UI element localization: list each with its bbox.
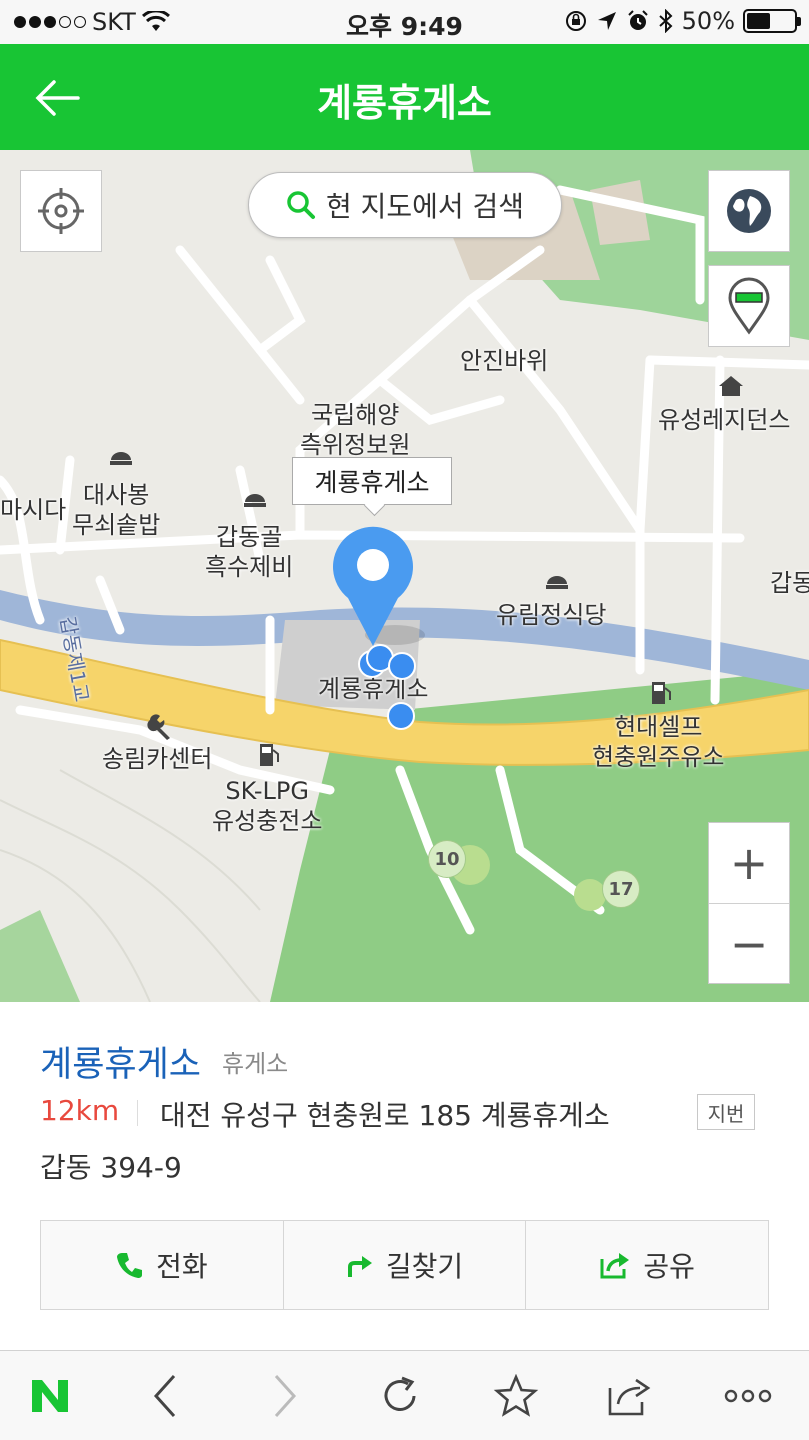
naver-logo-icon [32, 1380, 68, 1412]
place-address: 대전 유성구 현충원로 185 계룡휴게소 [160, 1099, 610, 1132]
alarm-icon [627, 10, 648, 30]
more-button[interactable] [718, 1371, 778, 1421]
map-label-songrim: 송림카센터 [102, 745, 213, 773]
current-location-button[interactable] [20, 170, 102, 252]
golf-hole-10: 10 [428, 840, 466, 878]
battery-icon [743, 9, 801, 33]
place-distance: 12km [40, 1094, 120, 1127]
map-label-daesabong: 대사봉 무쇠솥밥 [72, 481, 161, 539]
search-icon [287, 191, 315, 219]
zoom-out-button[interactable]: − [709, 904, 789, 984]
gas-station-icon [652, 682, 671, 704]
share-icon [600, 1253, 630, 1279]
phone-icon [117, 1253, 143, 1278]
bookmark-button[interactable] [486, 1371, 546, 1421]
restaurant-icon [546, 576, 568, 589]
status-bar: SKT 오후 9:49 50% [0, 0, 809, 44]
jibun-button[interactable]: 지번 [697, 1094, 755, 1130]
place-name[interactable]: 계룡휴게소 [40, 1036, 201, 1087]
map-label-gapdong-right: 갑동 [770, 569, 809, 597]
map-label-masida: 마시다 [0, 496, 67, 524]
naver-home-button[interactable] [20, 1371, 80, 1421]
directions-icon [347, 1256, 372, 1277]
map-callout[interactable]: 계룡휴게소 [292, 457, 452, 505]
battery-percent: 50% [681, 7, 735, 35]
map-layer-button[interactable] [708, 265, 790, 347]
search-this-area-button[interactable]: 현 지도에서 검색 [248, 172, 562, 238]
wrench-icon [147, 714, 170, 740]
map-label-anjin: 안진바위 [460, 347, 549, 375]
divider [137, 1100, 138, 1126]
map-label-gapdong: 갑동골 흑수제비 [205, 523, 294, 581]
bluetooth-icon [658, 9, 673, 33]
golf-hole-17: 17 [602, 870, 640, 908]
chevron-right-icon [274, 1374, 297, 1418]
star-icon [493, 1374, 539, 1417]
map-label-kookrip: 국립해양 측위정보원 [300, 401, 411, 459]
share-page-button[interactable] [600, 1371, 660, 1421]
browser-toolbar [0, 1350, 809, 1440]
map-pin-icon[interactable] [330, 520, 416, 650]
directions-label: 길찾기 [385, 1250, 464, 1283]
share-button[interactable]: 공유 [526, 1221, 768, 1309]
gas-station-icon [260, 744, 279, 766]
map-label-yurim: 유림정식당 [496, 601, 607, 629]
place-info-panel: 계룡휴게소 휴게소 12km 대전 유성구 현충원로 185 계룡휴게소 지번 … [0, 1002, 809, 1350]
map-pin-layer-icon [728, 277, 770, 335]
crosshair-icon [38, 188, 84, 234]
app-header: 계룡휴게소 [0, 44, 809, 150]
restaurant-icon [110, 452, 132, 465]
place-category: 휴게소 [222, 1050, 289, 1078]
chevron-left-icon [153, 1374, 176, 1418]
map-view[interactable]: 현 지도에서 검색 안진바위 국립해양 측위정보원 유성레지던스 대사봉 무쇠솥… [0, 150, 809, 1002]
map-label-hyundai: 현대셀프 현충원주유소 [592, 713, 725, 771]
status-right: 50% [564, 7, 801, 35]
forward-nav-button[interactable] [255, 1371, 315, 1421]
rotation-lock-icon [565, 11, 586, 31]
action-bar: 전화 길찾기 공유 [40, 1220, 769, 1310]
restaurant-icon [244, 494, 266, 507]
directions-button[interactable]: 길찾기 [284, 1221, 527, 1309]
back-nav-button[interactable] [135, 1371, 195, 1421]
globe-icon [727, 189, 771, 233]
location-arrow-icon [597, 12, 616, 30]
place-address-lot: 갑동 394-9 [40, 1151, 182, 1184]
zoom-in-button[interactable]: + [709, 823, 789, 903]
location-dots [358, 644, 416, 730]
map-label-yuseong-residence: 유성레지던스 [658, 406, 791, 434]
zoom-controls: + − [708, 822, 790, 984]
reload-button[interactable] [370, 1371, 430, 1421]
building-icon [719, 376, 743, 396]
more-dots-icon [724, 1389, 772, 1403]
map-label-sk-lpg: SK-LPG 유성충전소 [212, 777, 323, 835]
call-button[interactable]: 전화 [41, 1221, 284, 1309]
map-type-button[interactable] [708, 170, 790, 252]
reload-icon [384, 1376, 416, 1411]
search-this-area-label: 현 지도에서 검색 [325, 190, 525, 223]
share-label: 공유 [643, 1250, 695, 1283]
page-title: 계룡휴게소 [317, 81, 492, 125]
share-page-icon [608, 1378, 651, 1416]
call-label: 전화 [156, 1250, 208, 1283]
